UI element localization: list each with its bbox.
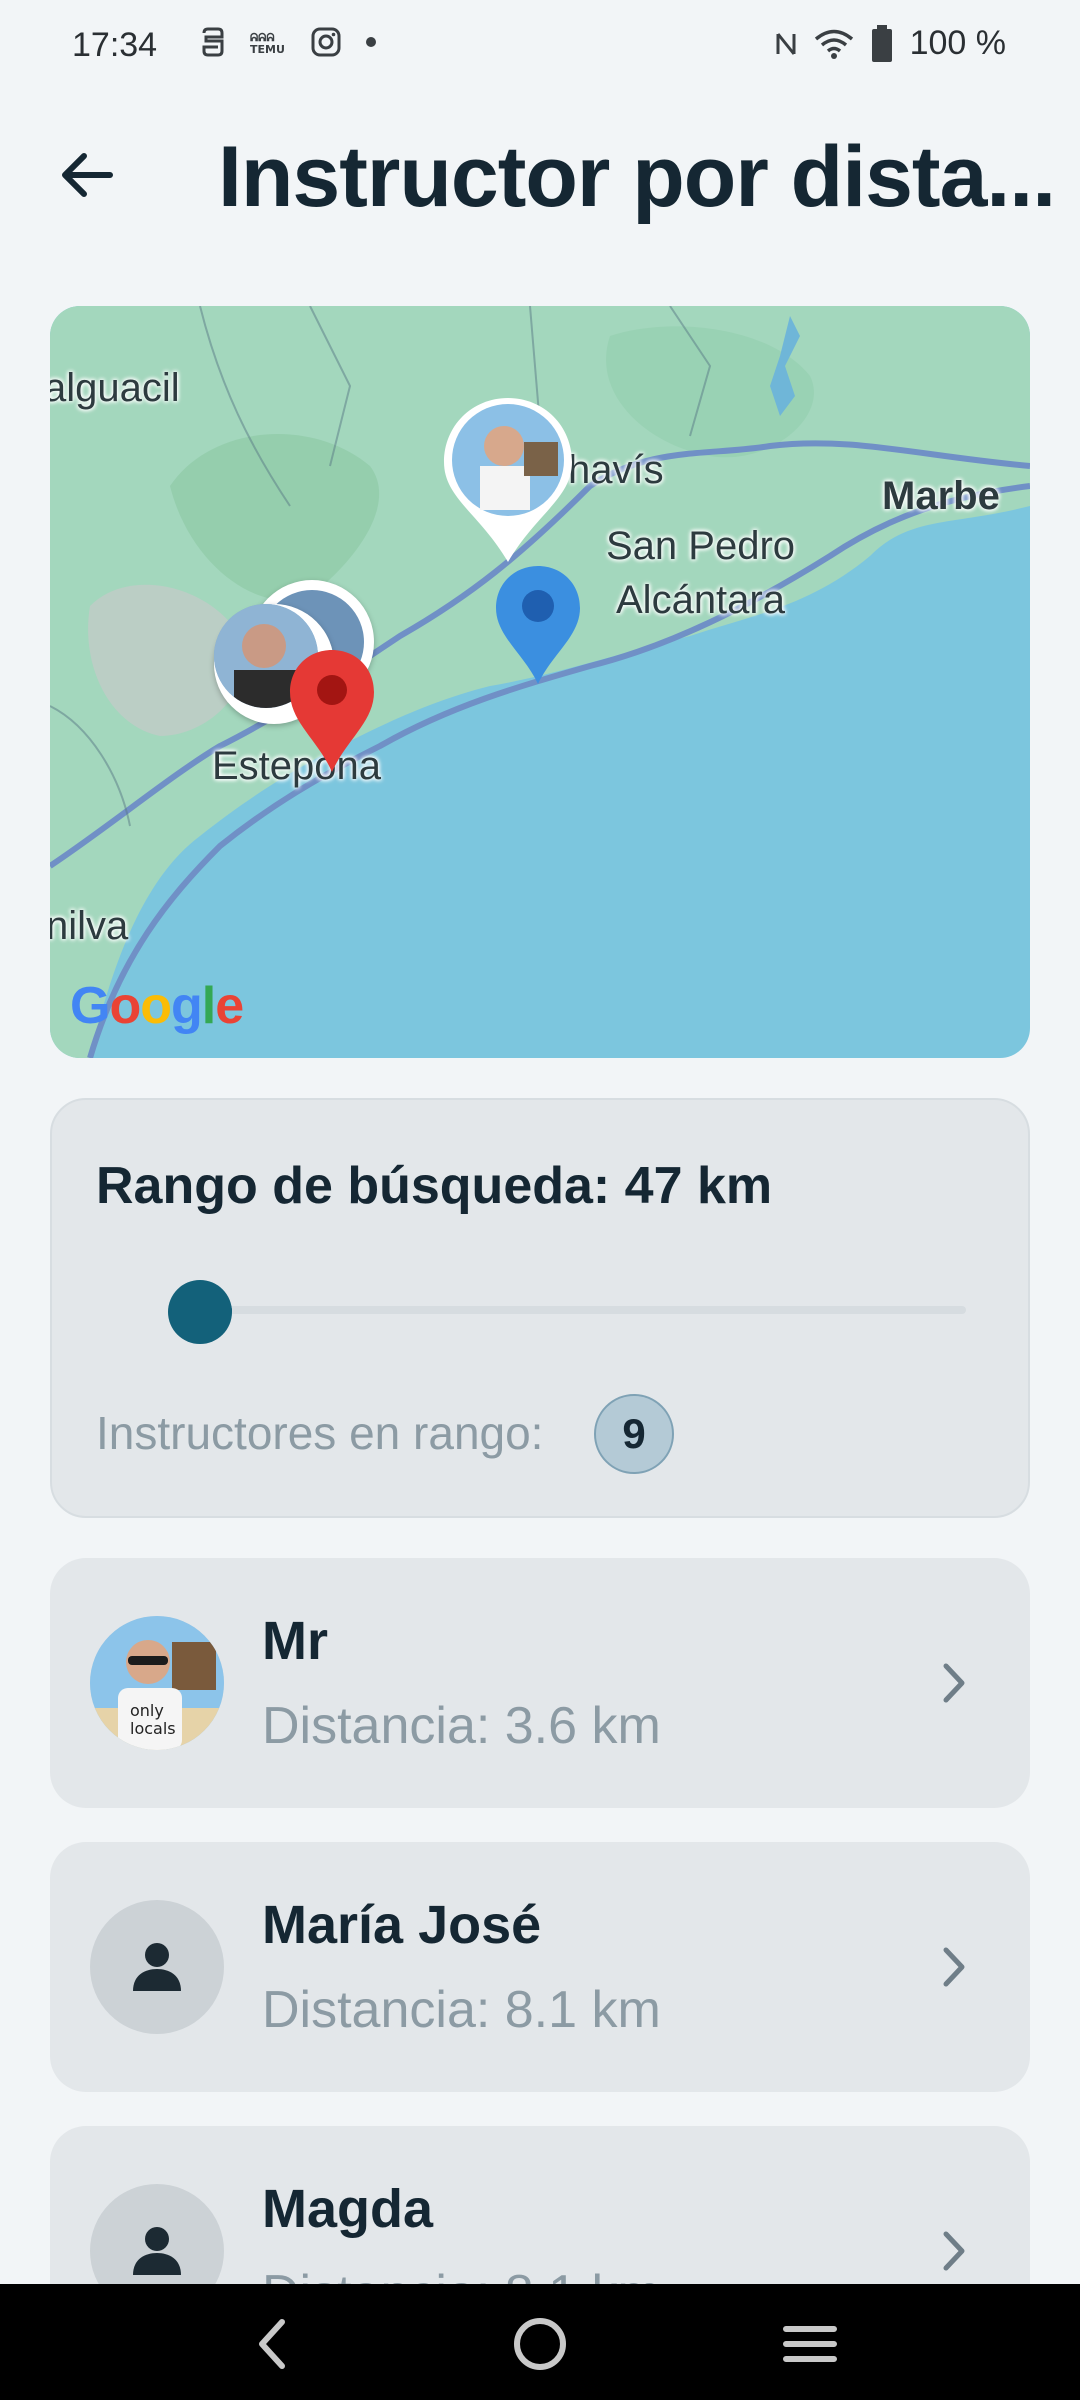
wifi-icon <box>814 29 853 59</box>
chevron-right-icon <box>943 1663 965 1703</box>
instructor-distance: Distancia: 3.6 km <box>262 1697 661 1755</box>
range-slider-track[interactable] <box>212 1306 966 1314</box>
instructor-list-item[interactable]: María José Distancia: 8.1 km <box>50 1842 1030 2092</box>
instructor-name: Magda <box>262 2179 434 2239</box>
back-icon <box>259 2319 285 2369</box>
status-bar: 17:34 ᕱᕱᕱ TEMU 100 % <box>0 0 1080 100</box>
svg-text:locals: locals <box>130 1719 176 1738</box>
instructor-avatar-image: only locals <box>90 1616 224 1750</box>
instructor-avatar <box>90 1900 224 2034</box>
back-button[interactable] <box>52 140 122 210</box>
instructor-count-label: Instructores en rango: <box>96 1407 544 1459</box>
nav-home-button[interactable] <box>500 2304 580 2384</box>
person-icon <box>133 2227 181 2275</box>
map-label-nahavis: havís <box>568 448 664 492</box>
status-notification-icons: ᕱᕱᕱ TEMU <box>200 26 378 58</box>
battery-icon <box>871 24 892 62</box>
person-icon <box>133 1943 181 1991</box>
temu-icon: ᕱᕱᕱTEMU <box>250 31 285 56</box>
battery-percentage: 100 % <box>909 24 1006 62</box>
range-slider-thumb[interactable] <box>168 1280 232 1344</box>
map-label-marbella: Marbe <box>882 474 1000 518</box>
range-title: Rango de búsqueda: 47 km <box>96 1157 773 1215</box>
search-range-card: Rango de búsqueda: 47 km Instructores en… <box>50 1098 1030 1518</box>
instructor-avatar: only locals <box>90 1616 224 1750</box>
current-location-pin[interactable] <box>492 562 584 686</box>
map-label-alhaurin: alguacil <box>50 366 180 410</box>
instructor-list-item[interactable]: only locals Mr Distancia: 3.6 km <box>50 1558 1030 1808</box>
chevron-right-icon <box>943 1947 965 1987</box>
instructor-name: María José <box>262 1895 542 1955</box>
system-navigation-bar <box>0 2284 1080 2400</box>
instructor-map[interactable]: alguacil havís Marbe San Pedro Alcántara… <box>50 306 1030 1058</box>
chevron-right-icon <box>943 2231 965 2271</box>
map-label-manilva: nilva <box>50 904 129 948</box>
svg-text:only: only <box>130 1701 164 1720</box>
nav-back-button[interactable] <box>232 2304 312 2384</box>
selected-location-pin[interactable] <box>286 646 378 776</box>
nav-recents-button[interactable] <box>770 2304 850 2384</box>
avatar-pin-shape <box>444 398 572 562</box>
recents-icon <box>783 2326 837 2362</box>
home-icon <box>514 2318 566 2370</box>
google-attribution: Google <box>70 977 244 1035</box>
status-time: 17:34 <box>72 26 158 64</box>
map-label-alcantara: Alcántara <box>616 578 785 622</box>
instagram-icon <box>311 27 341 57</box>
svg-text:TEMU: TEMU <box>250 43 285 56</box>
dot-icon <box>366 37 376 47</box>
instructor-name: Mr <box>262 1611 328 1671</box>
instructor-map-marker[interactable] <box>440 394 576 564</box>
instructor-distance: Distancia: 8.1 km <box>262 1981 661 2039</box>
notification-icon <box>202 27 224 57</box>
arrow-left-icon <box>62 153 113 197</box>
nfc-icon <box>776 32 796 55</box>
app-header: Instructor por dista... <box>0 100 1080 250</box>
page-title: Instructor por dista... <box>218 129 1056 225</box>
status-system-icons: 100 % <box>774 24 1006 63</box>
instructor-count-badge: 9 <box>594 1394 674 1474</box>
map-label-san-pedro: San Pedro <box>606 524 796 568</box>
